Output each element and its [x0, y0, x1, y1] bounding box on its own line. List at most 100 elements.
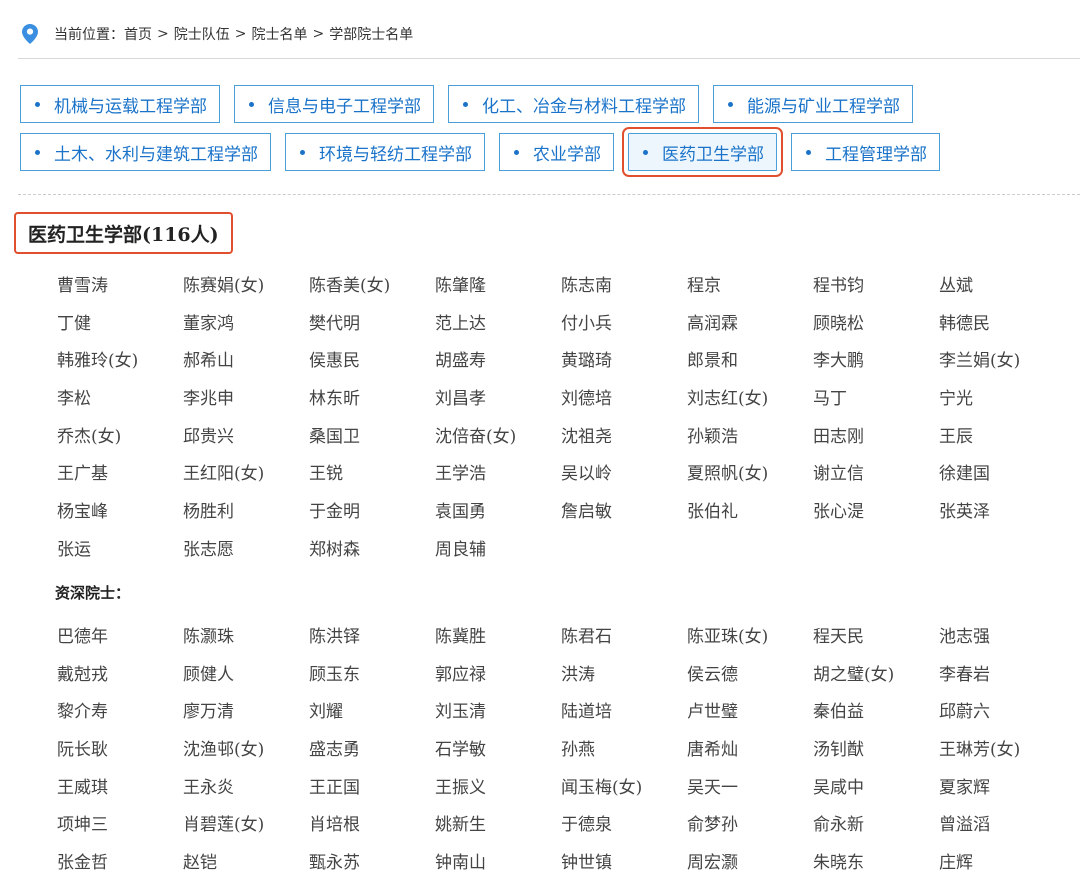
member-name[interactable]: 杨胜利 — [183, 498, 309, 536]
member-name[interactable]: 吴以岭 — [561, 460, 687, 498]
member-name[interactable]: 刘耀 — [309, 698, 435, 736]
member-name[interactable]: 王威琪 — [57, 774, 183, 812]
member-name[interactable]: 曹雪涛 — [57, 272, 183, 310]
member-name[interactable]: 田志刚 — [813, 423, 939, 461]
member-name[interactable]: 陈洪铎 — [309, 623, 435, 661]
member-name[interactable]: 胡盛寿 — [435, 347, 561, 385]
member-name[interactable]: 池志强 — [939, 623, 1065, 661]
member-name[interactable]: 郎景和 — [687, 347, 813, 385]
member-name[interactable]: 钟世镇 — [561, 849, 687, 887]
member-name[interactable]: 王红阳(女) — [183, 460, 309, 498]
member-name[interactable]: 李春岩 — [939, 661, 1065, 699]
tab-management[interactable]: 工程管理学部 — [791, 133, 940, 171]
member-name[interactable]: 肖碧莲(女) — [183, 811, 309, 849]
member-name[interactable]: 杨宝峰 — [57, 498, 183, 536]
member-name[interactable]: 王锐 — [309, 460, 435, 498]
member-name[interactable]: 胡之璧(女) — [813, 661, 939, 699]
member-name[interactable]: 闻玉梅(女) — [561, 774, 687, 812]
member-name[interactable]: 黄璐琦 — [561, 347, 687, 385]
member-name[interactable]: 于德泉 — [561, 811, 687, 849]
breadcrumb-team[interactable]: 院士队伍 — [174, 24, 230, 44]
member-name[interactable]: 陈亚珠(女) — [687, 623, 813, 661]
member-name[interactable]: 庄辉 — [939, 849, 1065, 887]
member-name[interactable]: 黎介寿 — [57, 698, 183, 736]
member-name[interactable]: 董家鸿 — [183, 310, 309, 348]
member-name[interactable]: 巴德年 — [57, 623, 183, 661]
member-name[interactable]: 曾溢滔 — [939, 811, 1065, 849]
member-name[interactable]: 秦伯益 — [813, 698, 939, 736]
member-name[interactable]: 赵铠 — [183, 849, 309, 887]
member-name[interactable]: 桑国卫 — [309, 423, 435, 461]
member-name[interactable]: 李兆申 — [183, 385, 309, 423]
member-name[interactable]: 韩德民 — [939, 310, 1065, 348]
member-name[interactable]: 陈香美(女) — [309, 272, 435, 310]
member-name[interactable]: 李松 — [57, 385, 183, 423]
member-name[interactable]: 高润霖 — [687, 310, 813, 348]
member-name[interactable]: 程天民 — [813, 623, 939, 661]
member-name[interactable]: 丁健 — [57, 310, 183, 348]
member-name[interactable]: 孙燕 — [561, 736, 687, 774]
member-name[interactable]: 于金明 — [309, 498, 435, 536]
tab-mechanical[interactable]: 机械与运载工程学部 — [20, 85, 220, 123]
member-name[interactable]: 陈志南 — [561, 272, 687, 310]
member-name[interactable]: 张伯礼 — [687, 498, 813, 536]
member-name[interactable]: 乔杰(女) — [57, 423, 183, 461]
member-name[interactable]: 张运 — [57, 536, 183, 574]
member-name[interactable]: 付小兵 — [561, 310, 687, 348]
member-name[interactable]: 邱贵兴 — [183, 423, 309, 461]
member-name[interactable]: 王正国 — [309, 774, 435, 812]
tab-medicine[interactable]: 医药卫生学部 — [622, 127, 783, 177]
member-name[interactable]: 俞梦孙 — [687, 811, 813, 849]
member-name[interactable]: 夏家辉 — [939, 774, 1065, 812]
member-name[interactable]: 夏照帆(女) — [687, 460, 813, 498]
member-name[interactable]: 陈灏珠 — [183, 623, 309, 661]
member-name[interactable]: 程京 — [687, 272, 813, 310]
member-name[interactable]: 石学敏 — [435, 736, 561, 774]
member-name[interactable]: 王琳芳(女) — [939, 736, 1065, 774]
member-name[interactable]: 孙颖浩 — [687, 423, 813, 461]
member-name[interactable]: 项坤三 — [57, 811, 183, 849]
member-name[interactable]: 王永炎 — [183, 774, 309, 812]
member-name[interactable]: 宁光 — [939, 385, 1065, 423]
tab-agriculture[interactable]: 农业学部 — [499, 133, 614, 171]
member-name[interactable]: 徐建国 — [939, 460, 1065, 498]
member-name[interactable]: 袁国勇 — [435, 498, 561, 536]
member-name[interactable]: 丛斌 — [939, 272, 1065, 310]
member-name[interactable]: 侯惠民 — [309, 347, 435, 385]
member-name[interactable]: 程书钧 — [813, 272, 939, 310]
breadcrumb-home[interactable]: 首页 — [124, 24, 152, 44]
member-name[interactable]: 詹启敏 — [561, 498, 687, 536]
member-name[interactable]: 俞永新 — [813, 811, 939, 849]
member-name[interactable]: 顾晓松 — [813, 310, 939, 348]
member-name[interactable]: 李兰娟(女) — [939, 347, 1065, 385]
member-name[interactable]: 郭应禄 — [435, 661, 561, 699]
member-name[interactable]: 张金哲 — [57, 849, 183, 887]
member-name[interactable]: 韩雅玲(女) — [57, 347, 183, 385]
member-name[interactable]: 张英泽 — [939, 498, 1065, 536]
member-name[interactable]: 刘玉清 — [435, 698, 561, 736]
tab-chemical[interactable]: 化工、冶金与材料工程学部 — [448, 85, 699, 123]
member-name[interactable]: 陈肇隆 — [435, 272, 561, 310]
member-name[interactable]: 吴咸中 — [813, 774, 939, 812]
member-name[interactable]: 甄永苏 — [309, 849, 435, 887]
member-name[interactable]: 盛志勇 — [309, 736, 435, 774]
member-name[interactable]: 汤钊猷 — [813, 736, 939, 774]
member-name[interactable]: 顾健人 — [183, 661, 309, 699]
member-name[interactable]: 谢立信 — [813, 460, 939, 498]
member-name[interactable]: 卢世璧 — [687, 698, 813, 736]
member-name[interactable]: 廖万清 — [183, 698, 309, 736]
member-name[interactable]: 刘德培 — [561, 385, 687, 423]
member-name[interactable]: 王广基 — [57, 460, 183, 498]
tab-information[interactable]: 信息与电子工程学部 — [234, 85, 434, 123]
member-name[interactable]: 沈祖尧 — [561, 423, 687, 461]
member-name[interactable]: 肖培根 — [309, 811, 435, 849]
member-name[interactable]: 陆道培 — [561, 698, 687, 736]
member-name[interactable]: 周宏灏 — [687, 849, 813, 887]
member-name[interactable]: 陈赛娟(女) — [183, 272, 309, 310]
member-name[interactable]: 王振义 — [435, 774, 561, 812]
member-name[interactable]: 林东昕 — [309, 385, 435, 423]
member-name[interactable]: 王学浩 — [435, 460, 561, 498]
member-name[interactable]: 郝希山 — [183, 347, 309, 385]
member-name[interactable]: 姚新生 — [435, 811, 561, 849]
member-name[interactable]: 洪涛 — [561, 661, 687, 699]
